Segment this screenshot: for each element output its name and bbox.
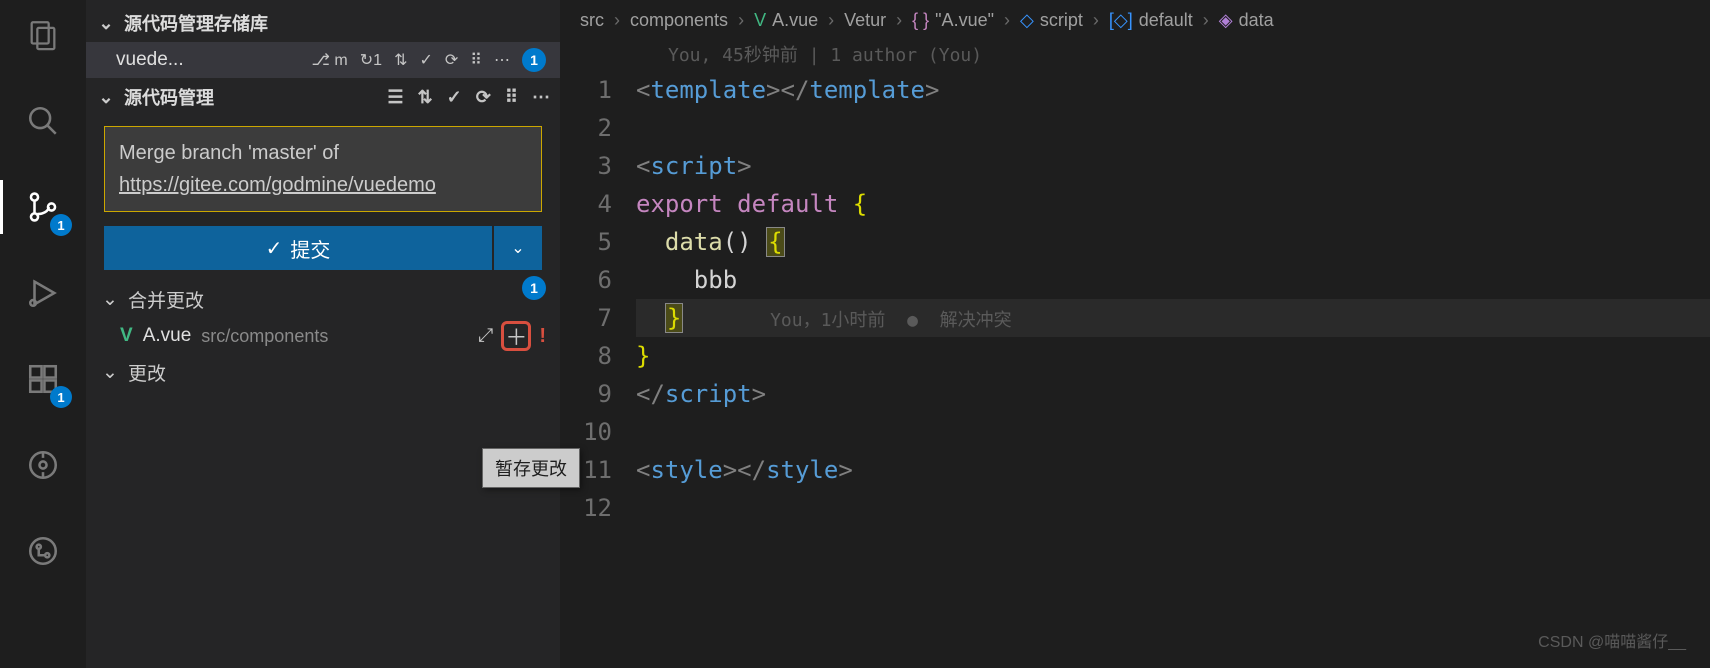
commit-msg-text: Merge branch 'master' of — [119, 142, 339, 164]
breadcrumb-item: components — [630, 10, 728, 31]
breadcrumb-item: { }"A.vue" — [912, 10, 994, 31]
scm-section-header[interactable]: ⌄ 源代码管理 ☰ ⇅ ✓ ⟳ ⠿ ⋯ — [86, 78, 560, 116]
commit-msg-url: https://gitee.com/godmine/vuedemo — [119, 174, 436, 196]
graph-icon[interactable]: ⠿ — [505, 87, 518, 108]
breadcrumb-item: Vetur — [844, 10, 886, 31]
module-icon: [◇] — [1109, 10, 1133, 31]
repo-section-header[interactable]: ⌄ 源代码管理存储库 — [86, 4, 560, 42]
more-icon[interactable]: ⋯ — [494, 50, 510, 70]
code-line: <script> — [636, 147, 1710, 185]
check-icon[interactable]: ✓ — [447, 87, 462, 108]
chevron-down-icon: ⌄ — [511, 238, 524, 258]
graph-icon[interactable]: ⠿ — [470, 50, 482, 70]
commit-button-label: 提交 — [290, 234, 330, 263]
merge-changes-group[interactable]: ⌄ 合并更改 1 — [86, 282, 560, 317]
breadcrumb-item: ◈data — [1219, 10, 1274, 31]
script-icon: ◇ — [1020, 10, 1034, 31]
file-path: src/components — [201, 326, 328, 347]
breadcrumb-item: VA.vue — [754, 10, 818, 31]
view-list-icon[interactable]: ☰ — [387, 87, 403, 108]
brace-icon: { } — [912, 10, 929, 31]
breadcrumb-item: ◇script — [1020, 10, 1083, 31]
scm-sidebar: ⌄ 源代码管理存储库 vuede... ⎇ m ↻1 ⇅ ✓ ⟳ ⠿ ⋯ 1 ⌄… — [86, 0, 560, 668]
conflict-indicator: ! — [539, 325, 546, 348]
code-line: data() { — [636, 223, 1710, 261]
code-line: export default { — [636, 185, 1710, 223]
activity-extensions[interactable]: 1 — [16, 352, 70, 406]
repo-section-title: 源代码管理存储库 — [124, 10, 268, 36]
extensions-badge: 1 — [50, 386, 72, 408]
commit-button-row: ✓ 提交 ⌄ — [104, 226, 542, 270]
chevron-down-icon: ⌄ — [96, 13, 116, 34]
pr-icon[interactable]: ⇅ — [394, 50, 407, 70]
commit-button[interactable]: ✓ 提交 — [104, 226, 492, 270]
code-lines[interactable]: <template></template> <script> export de… — [636, 71, 1710, 527]
commit-dropdown-button[interactable]: ⌄ — [494, 226, 542, 270]
scm-section-title: 源代码管理 — [124, 84, 214, 110]
chevron-right-icon: › — [1004, 10, 1010, 31]
activity-gitlens[interactable] — [16, 438, 70, 492]
check-icon[interactable]: ✓ — [419, 50, 432, 70]
code-line — [636, 413, 1710, 451]
code-line: </script> — [636, 375, 1710, 413]
breadcrumb-item: src — [580, 10, 604, 31]
code-line — [636, 109, 1710, 147]
chevron-right-icon: › — [614, 10, 620, 31]
sync-icon[interactable]: ↻1 — [360, 50, 382, 70]
open-file-icon[interactable]: ⤢ — [478, 325, 493, 347]
code-line: } — [636, 337, 1710, 375]
activity-scm[interactable]: 1 — [16, 180, 70, 234]
repo-toolbar: ⎇ m ↻1 ⇅ ✓ ⟳ ⠿ ⋯ 1 — [312, 48, 546, 72]
code-line: <template></template> — [636, 71, 1710, 109]
repo-row[interactable]: vuede... ⎇ m ↻1 ⇅ ✓ ⟳ ⠿ ⋯ 1 — [86, 42, 560, 78]
repo-badge: 1 — [522, 48, 546, 72]
changes-group-label: 更改 — [128, 359, 166, 386]
refresh-icon[interactable]: ⟳ — [445, 50, 458, 70]
chevron-right-icon: › — [1093, 10, 1099, 31]
activity-gitgraph[interactable] — [16, 524, 70, 578]
vue-file-icon: V — [120, 325, 133, 347]
check-icon: ✓ — [266, 236, 283, 261]
method-icon: ◈ — [1219, 10, 1233, 31]
file-row[interactable]: V A.vue src/components ⤢ ＋ ! — [86, 317, 560, 355]
chevron-down-icon: ⌄ — [100, 288, 120, 311]
file-actions: ⤢ ＋ ! — [478, 321, 546, 351]
merge-badge: 1 — [522, 276, 546, 300]
git-blame-header: You, 45秒钟前 | 1 author (You) — [560, 41, 1710, 67]
code-line: <style></style> — [636, 451, 1710, 489]
chevron-down-icon: ⌄ — [96, 87, 116, 108]
activity-debug[interactable] — [16, 266, 70, 320]
chevron-right-icon: › — [828, 10, 834, 31]
chevron-down-icon: ⌄ — [100, 361, 120, 384]
scm-badge: 1 — [50, 214, 72, 236]
code-line — [636, 489, 1710, 527]
watermark: CSDN @喵喵酱仔__ — [1538, 628, 1686, 652]
breadcrumb[interactable]: src › components › VA.vue › Vetur › { }"… — [560, 0, 1710, 41]
stage-button[interactable]: ＋ — [501, 321, 531, 351]
breadcrumb-item: [◇]default — [1109, 10, 1193, 31]
merge-group-label: 合并更改 — [128, 286, 204, 313]
commit-message-input[interactable]: Merge branch 'master' of https://gitee.c… — [104, 126, 542, 212]
branch-icon[interactable]: ⎇ m — [312, 50, 348, 70]
tooltip: 暂存更改 — [482, 448, 580, 488]
code-area[interactable]: 1 2 3 4 5 6 7 8 9 10 11 12 <template></t… — [560, 71, 1710, 527]
code-line: } You，1小时前 ● 解决冲突 — [636, 299, 1710, 337]
changes-group[interactable]: ⌄ 更改 — [86, 355, 560, 390]
chevron-right-icon: › — [896, 10, 902, 31]
inline-blame: You，1小时前 ● 解决冲突 — [683, 310, 1011, 331]
repo-name: vuede... — [116, 49, 184, 71]
refresh-icon[interactable]: ⟳ — [476, 87, 491, 108]
chevron-right-icon: › — [1203, 10, 1209, 31]
activity-search[interactable] — [16, 94, 70, 148]
more-icon[interactable]: ⋯ — [532, 87, 550, 108]
chevron-right-icon: › — [738, 10, 744, 31]
file-name: A.vue — [143, 325, 192, 347]
activity-bar: 1 1 — [0, 0, 86, 668]
activity-explorer[interactable] — [16, 8, 70, 62]
pr-icon[interactable]: ⇅ — [418, 87, 433, 108]
code-line: bbb — [636, 261, 1710, 299]
editor: src › components › VA.vue › Vetur › { }"… — [560, 0, 1710, 668]
vue-file-icon: V — [754, 10, 766, 31]
